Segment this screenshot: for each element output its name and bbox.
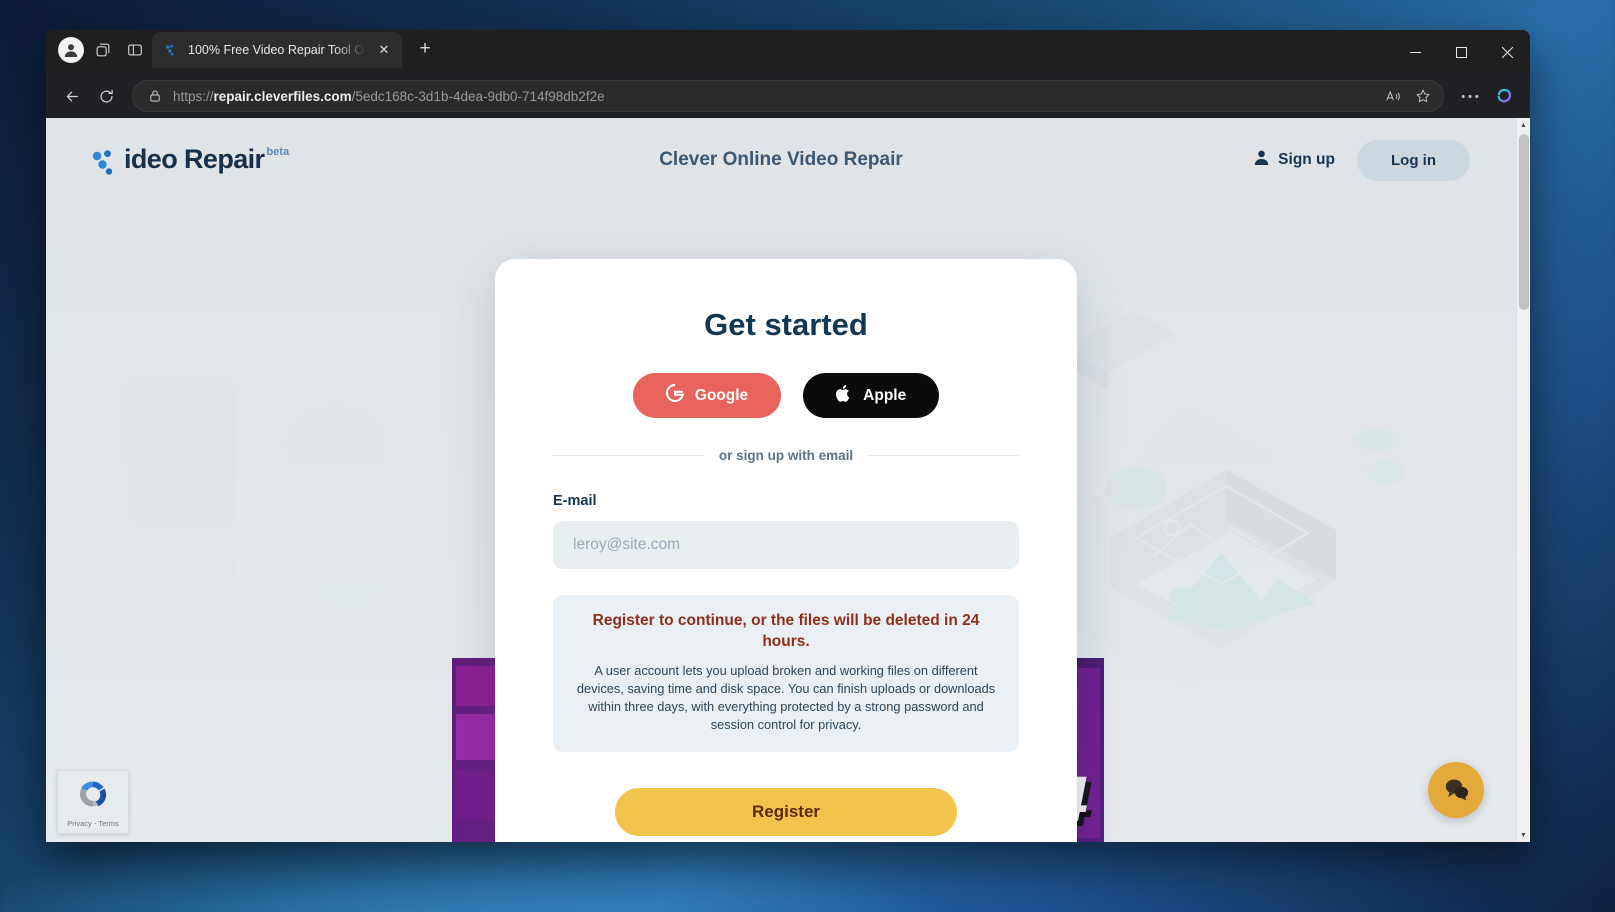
background-shapes-illustration xyxy=(126,378,388,658)
registration-notice: Register to continue, or the files will … xyxy=(553,595,1019,753)
apple-icon xyxy=(836,384,852,408)
window-controls xyxy=(1392,30,1530,74)
apple-sign-up-label: Apple xyxy=(863,386,907,404)
favorite-star-icon[interactable] xyxy=(1409,83,1437,109)
split-screen-icon[interactable] xyxy=(120,35,150,65)
logo-text: ideo Repair xyxy=(124,143,265,174)
profile-icon[interactable] xyxy=(56,35,86,65)
google-sign-up-button[interactable]: Google xyxy=(632,373,782,418)
minimize-button[interactable] xyxy=(1392,30,1438,74)
read-aloud-icon[interactable] xyxy=(1379,83,1407,109)
person-icon xyxy=(1253,149,1270,171)
address-bar[interactable]: https://repair.cleverfiles.com/5edc168c-… xyxy=(132,80,1444,112)
reload-button[interactable] xyxy=(90,80,122,112)
workspaces-icon[interactable] xyxy=(88,35,118,65)
chat-bubble-icon xyxy=(1442,776,1470,805)
recaptcha-icon xyxy=(76,777,110,816)
web-page: ideo Repair beta Clever Online Video Rep… xyxy=(46,118,1516,842)
browser-tab[interactable]: 100% Free Video Repair Tool Onli ✕ xyxy=(152,32,402,68)
divider-label: or sign up with email xyxy=(718,448,854,463)
notice-title: Register to continue, or the files will … xyxy=(592,612,980,650)
url-text: https://repair.cleverfiles.com/5edc168c-… xyxy=(173,88,605,104)
sign-up-modal: Get started Google Apple or sign up with… xyxy=(495,259,1077,842)
google-icon xyxy=(665,383,684,407)
email-label: E-mail xyxy=(553,493,597,509)
divider-line-left xyxy=(553,455,705,456)
close-window-button[interactable] xyxy=(1484,30,1530,74)
page-scrollbar[interactable]: ▲ ▼ xyxy=(1516,118,1530,842)
tab-strip: 100% Free Video Repair Tool Onli ✕ + xyxy=(46,30,1530,74)
scrollbar-thumb[interactable] xyxy=(1519,134,1529,310)
modal-title: Get started xyxy=(704,307,868,342)
maximize-button[interactable] xyxy=(1438,30,1484,74)
oauth-buttons: Google Apple xyxy=(553,373,1019,418)
video-repair-favicon xyxy=(164,42,180,58)
email-divider: or sign up with email xyxy=(553,448,1020,463)
back-button[interactable] xyxy=(56,80,88,112)
video-repair-dots-icon xyxy=(92,149,122,176)
tab-title: 100% Free Video Repair Tool Onli xyxy=(188,43,366,57)
new-tab-button[interactable]: + xyxy=(410,34,440,64)
sign-up-label: Sign up xyxy=(1278,151,1335,168)
notice-body: A user account lets you upload broken an… xyxy=(576,662,996,733)
logo-beta-badge: beta xyxy=(266,145,290,158)
tabbar-left-controls: 100% Free Video Repair Tool Onli ✕ + xyxy=(46,32,444,74)
apple-sign-up-button[interactable]: Apple xyxy=(803,373,940,418)
close-tab-icon[interactable]: ✕ xyxy=(374,40,394,60)
laptop-illustration xyxy=(1056,310,1406,688)
page-viewport: ideo Repair beta Clever Online Video Rep… xyxy=(46,118,1530,842)
browser-window: 100% Free Video Repair Tool Onli ✕ + htt… xyxy=(46,30,1530,842)
site-header: ideo Repair beta Clever Online Video Rep… xyxy=(46,118,1516,202)
log-in-button[interactable]: Log in xyxy=(1357,139,1470,181)
site-info-lock-icon[interactable] xyxy=(145,89,165,103)
recaptcha-privacy-terms[interactable]: Privacy - Terms xyxy=(67,819,119,828)
copilot-icon[interactable] xyxy=(1488,80,1520,112)
google-sign-up-label: Google xyxy=(694,386,749,404)
settings-and-more-button[interactable] xyxy=(1454,80,1486,112)
recaptcha-badge[interactable]: Privacy - Terms xyxy=(57,770,129,834)
site-logo[interactable]: ideo Repair beta xyxy=(92,145,289,176)
toolbar-right xyxy=(1454,80,1520,112)
register-button[interactable]: Register xyxy=(615,788,957,837)
email-input[interactable] xyxy=(553,521,1019,569)
divider-line-right xyxy=(867,455,1020,456)
scroll-down-button[interactable]: ▼ xyxy=(1517,828,1530,842)
scroll-up-button[interactable]: ▲ xyxy=(1517,118,1530,132)
chat-support-button[interactable] xyxy=(1428,762,1484,818)
omnibox-actions xyxy=(1379,83,1437,109)
sign-up-link[interactable]: Sign up xyxy=(1253,149,1335,171)
header-actions: Sign up Log in xyxy=(1253,139,1470,181)
navigation-bar: https://repair.cleverfiles.com/5edc168c-… xyxy=(46,74,1530,118)
